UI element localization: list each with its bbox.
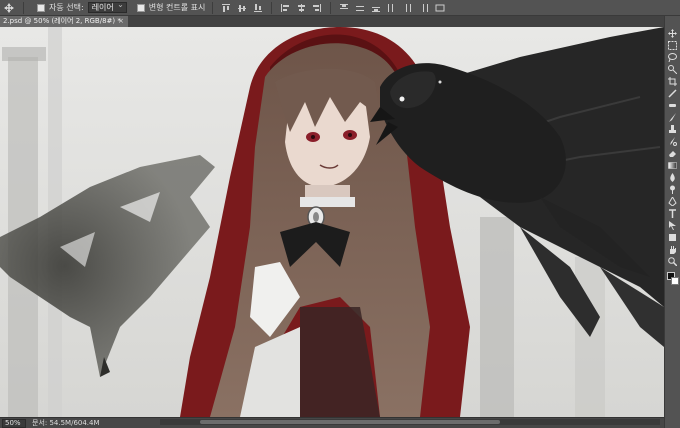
close-tab-icon[interactable]: ×: [118, 16, 124, 27]
healing-brush-icon[interactable]: [667, 100, 679, 110]
auto-select-label: 자동 선택:: [49, 3, 84, 12]
document-tab-title: 2.psd @ 50% (레이어 2, RGB/8#) *: [3, 17, 121, 25]
color-swatches[interactable]: [666, 272, 679, 286]
clone-stamp-icon[interactable]: [667, 124, 679, 134]
artwork: [0, 27, 664, 417]
zoom-icon[interactable]: [667, 256, 679, 266]
auto-select-dropdown[interactable]: 레이어: [87, 0, 127, 13]
lasso-icon[interactable]: [667, 52, 679, 62]
auto-select-checkbox[interactable]: [37, 3, 45, 12]
align-top-icon[interactable]: [220, 2, 232, 14]
align-left-icon[interactable]: [279, 2, 291, 14]
tools-panel: [664, 16, 680, 428]
distribute-right-icon[interactable]: [418, 2, 430, 14]
history-brush-icon[interactable]: [667, 136, 679, 146]
brush-icon[interactable]: [667, 112, 679, 122]
options-bar: 자동 선택: 레이어 변형 컨트롤 표시: [0, 0, 680, 16]
separator: [330, 1, 332, 14]
distribute-left-icon[interactable]: [386, 2, 398, 14]
document-info[interactable]: 문서: 54.5M/604.4M: [32, 418, 100, 428]
document-tab-bar: 2.psd @ 50% (레이어 2, RGB/8#) * ×: [0, 16, 664, 27]
document-tab[interactable]: 2.psd @ 50% (레이어 2, RGB/8#) *: [0, 16, 128, 27]
pen-icon[interactable]: [667, 196, 679, 206]
distribute-middle-icon[interactable]: [354, 2, 366, 14]
move-tool-icon[interactable]: [2, 2, 16, 14]
dodge-icon[interactable]: [667, 184, 679, 194]
path-select-icon[interactable]: [667, 220, 679, 230]
align-middle-icon[interactable]: [236, 2, 248, 14]
zoom-level-field[interactable]: 50%: [2, 418, 26, 428]
align-right-icon[interactable]: [311, 2, 323, 14]
align-center-icon[interactable]: [295, 2, 307, 14]
distribute-top-icon[interactable]: [338, 2, 350, 14]
separator: [212, 1, 214, 14]
gradient-icon[interactable]: [667, 160, 679, 170]
background-color-swatch[interactable]: [670, 277, 679, 285]
blur-icon[interactable]: [667, 172, 679, 182]
crop-icon[interactable]: [667, 76, 679, 86]
distribute-bottom-icon[interactable]: [370, 2, 382, 14]
quick-select-icon[interactable]: [667, 64, 679, 74]
shape-icon[interactable]: [667, 232, 679, 242]
separator: [271, 1, 273, 14]
transform-controls-checkbox[interactable]: [136, 3, 145, 12]
align-bottom-icon[interactable]: [252, 2, 264, 14]
type-icon[interactable]: [667, 208, 679, 218]
auto-align-icon[interactable]: [434, 2, 446, 14]
separator: [23, 1, 24, 14]
horizontal-scrollbar[interactable]: [160, 419, 660, 425]
hand-icon[interactable]: [667, 244, 679, 254]
canvas[interactable]: [0, 27, 664, 417]
eraser-icon[interactable]: [667, 148, 679, 158]
transform-controls-label: 변형 컨트롤 표시: [148, 3, 206, 12]
marquee-icon[interactable]: [667, 40, 679, 50]
scrollbar-thumb[interactable]: [200, 420, 500, 424]
distribute-center-icon[interactable]: [402, 2, 414, 14]
eyedropper-icon[interactable]: [667, 88, 679, 98]
move-icon[interactable]: [667, 28, 679, 38]
